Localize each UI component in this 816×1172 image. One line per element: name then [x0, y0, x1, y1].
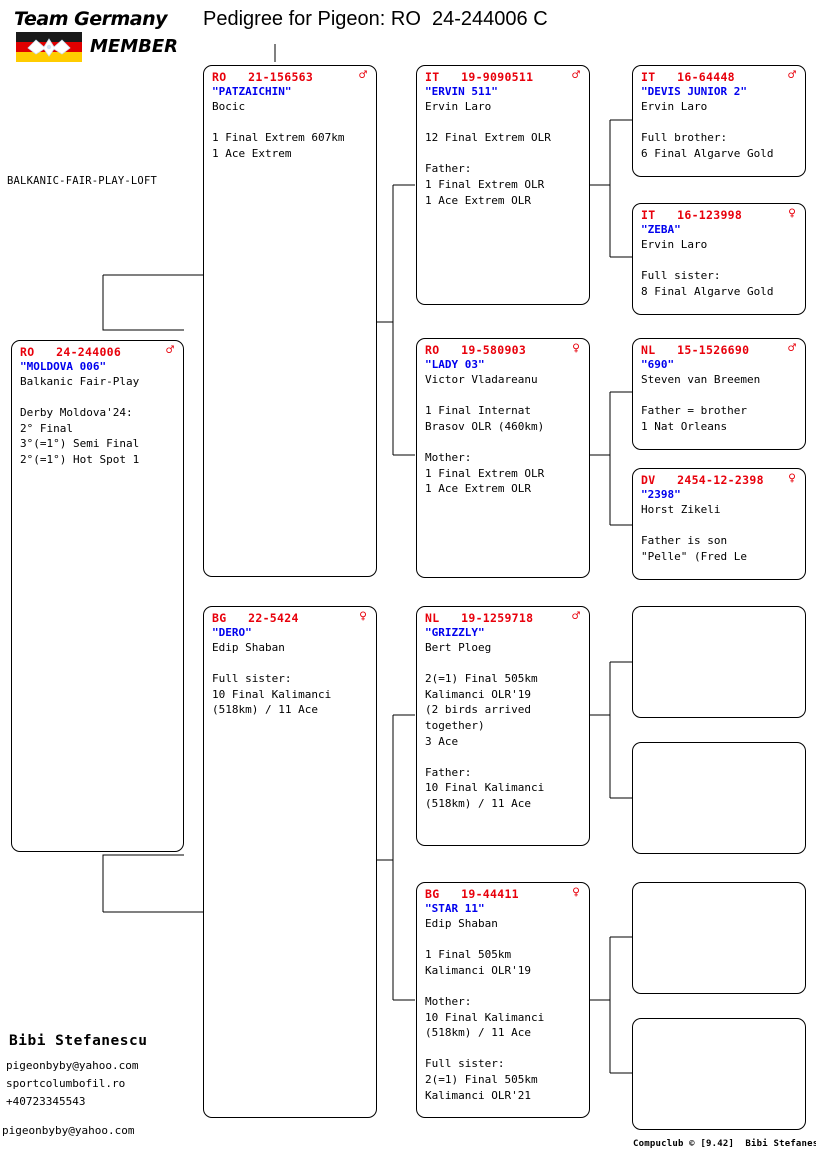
ring-number: RO 24-244006: [20, 345, 122, 359]
pigeon-nickname: "STAR 11": [425, 902, 485, 915]
pigeon-nickname: "MOLDOVA 006": [20, 360, 107, 373]
box-header: IT 16-123998 ♀: [641, 206, 798, 222]
sex-symbol-icon: ♀: [788, 206, 796, 221]
pigeon-nickname: "2398": [641, 488, 681, 501]
pedigree-box-great-grandparent-6-empty[interactable]: [632, 742, 806, 854]
pigeon-nickname: "PATZAICHIN": [212, 85, 292, 98]
sex-symbol-icon: ♂: [572, 609, 580, 624]
ring-number: DV 2454-12-2398: [641, 473, 764, 487]
sex-symbol-icon: ♂: [572, 68, 580, 83]
ring-number: RO 19-580903: [425, 343, 527, 357]
pedigree-box-great-grandparent-3[interactable]: NL 15-1526690 ♂ "690" Steven van Breemen…: [632, 338, 806, 450]
pedigree-box-subject[interactable]: RO 24-244006 ♂ "MOLDOVA 006" Balkanic Fa…: [11, 340, 184, 852]
box-header: RO 21-156563 ♂: [212, 68, 369, 84]
pigeon-details: Balkanic Fair-Play Derby Moldova'24: 2° …: [20, 375, 140, 466]
pigeon-nickname: "LADY 03": [425, 358, 485, 371]
pigeon-details: Edip Shaban Full sister: 10 Final Kalima…: [212, 641, 332, 717]
pigeon-nickname: "690": [641, 358, 675, 371]
box-header: RO 19-580903 ♀: [425, 341, 582, 357]
breeder-email[interactable]: pigeonbyby@yahoo.com: [6, 1059, 138, 1072]
pigeon-details: Bert Ploeg 2(=1) Final 505km Kalimanci O…: [425, 641, 545, 810]
pedigree-box-grandparent-1[interactable]: IT 19-9090511 ♂ "ERVIN 511" Ervin Laro 1…: [416, 65, 590, 305]
sex-symbol-icon: ♀: [572, 885, 580, 900]
box-header: IT 16-64448 ♂: [641, 68, 798, 84]
pigeon-nickname: "GRIZZLY": [425, 626, 485, 639]
box-header: DV 2454-12-2398 ♀: [641, 471, 798, 487]
pedigree-box-great-grandparent-2[interactable]: IT 16-123998 ♀ "ZEBA" Ervin Laro Full si…: [632, 203, 806, 315]
breeder-name: Bibi Stefanescu: [9, 1033, 148, 1049]
ring-number: BG 19-44411: [425, 887, 519, 901]
pigeon-nickname: "ERVIN 511": [425, 85, 498, 98]
pigeon-details: Horst Zikeli Father is son "Pelle" (Fred…: [641, 503, 747, 563]
pigeon-details: Steven van Breemen Father = brother 1 Na…: [641, 373, 761, 433]
pigeon-details: Ervin Laro Full brother: 6 Final Algarve…: [641, 100, 774, 160]
sex-symbol-icon: ♀: [788, 471, 796, 486]
footer-credit: Compuclub © [9.42] Bibi Stefanescu: [633, 1139, 816, 1149]
pigeon-nickname: "DEVIS JUNIOR 2": [641, 85, 747, 98]
pedigree-box-father[interactable]: RO 21-156563 ♂ "PATZAICHIN" Bocic 1 Fina…: [203, 65, 377, 577]
box-header: BG 19-44411 ♀: [425, 885, 582, 901]
box-header: IT 19-9090511 ♂: [425, 68, 582, 84]
pedigree-box-grandparent-2[interactable]: RO 19-580903 ♀ "LADY 03" Victor Vladarea…: [416, 338, 590, 578]
sex-symbol-icon: ♀: [572, 341, 580, 356]
pedigree-box-grandparent-3[interactable]: NL 19-1259718 ♂ "GRIZZLY" Bert Ploeg 2(=…: [416, 606, 590, 846]
sex-symbol-icon: ♀: [359, 609, 367, 624]
ring-number: RO 21-156563: [212, 70, 314, 84]
box-header: NL 15-1526690 ♂: [641, 341, 798, 357]
box-header: BG 22-5424 ♀: [212, 609, 369, 625]
footer-email[interactable]: pigeonbyby@yahoo.com: [2, 1124, 134, 1137]
ring-number: NL 15-1526690: [641, 343, 750, 357]
pedigree-box-mother[interactable]: BG 22-5424 ♀ "DERO" Edip Shaban Full sis…: [203, 606, 377, 1118]
pedigree-box-great-grandparent-1[interactable]: IT 16-64448 ♂ "DEVIS JUNIOR 2" Ervin Lar…: [632, 65, 806, 177]
breeder-phone: +40723345543: [6, 1095, 86, 1108]
pedigree-box-great-grandparent-7-empty[interactable]: [632, 882, 806, 994]
sex-symbol-icon: ♂: [788, 68, 796, 83]
sex-symbol-icon: ♂: [166, 343, 174, 358]
sex-symbol-icon: ♂: [359, 68, 367, 83]
pigeon-details: Ervin Laro 12 Final Extrem OLR Father: 1…: [425, 100, 551, 207]
pigeon-details: Edip Shaban 1 Final 505km Kalimanci OLR'…: [425, 917, 545, 1102]
pigeon-details: Victor Vladareanu 1 Final Internat Braso…: [425, 373, 545, 496]
pedigree-box-great-grandparent-5-empty[interactable]: [632, 606, 806, 718]
ring-number: NL 19-1259718: [425, 611, 534, 625]
breeder-website[interactable]: sportcolumbofil.ro: [6, 1077, 125, 1090]
pedigree-box-great-grandparent-8-empty[interactable]: [632, 1018, 806, 1130]
sex-symbol-icon: ♂: [788, 341, 796, 356]
ring-number: IT 16-64448: [641, 70, 735, 84]
pigeon-nickname: "DERO": [212, 626, 252, 639]
pigeon-details: Bocic 1 Final Extrem 607km 1 Ace Extrem: [212, 100, 345, 160]
pedigree-box-great-grandparent-4[interactable]: DV 2454-12-2398 ♀ "2398" Horst Zikeli Fa…: [632, 468, 806, 580]
box-header: RO 24-244006 ♂: [20, 343, 176, 359]
ring-number: IT 19-9090511: [425, 70, 534, 84]
ring-number: BG 22-5424: [212, 611, 299, 625]
ring-number: IT 16-123998: [641, 208, 743, 222]
pigeon-nickname: "ZEBA": [641, 223, 681, 236]
pigeon-details: Ervin Laro Full sister: 8 Final Algarve …: [641, 238, 774, 298]
pedigree-box-grandparent-4[interactable]: BG 19-44411 ♀ "STAR 11" Edip Shaban 1 Fi…: [416, 882, 590, 1118]
box-header: NL 19-1259718 ♂: [425, 609, 582, 625]
